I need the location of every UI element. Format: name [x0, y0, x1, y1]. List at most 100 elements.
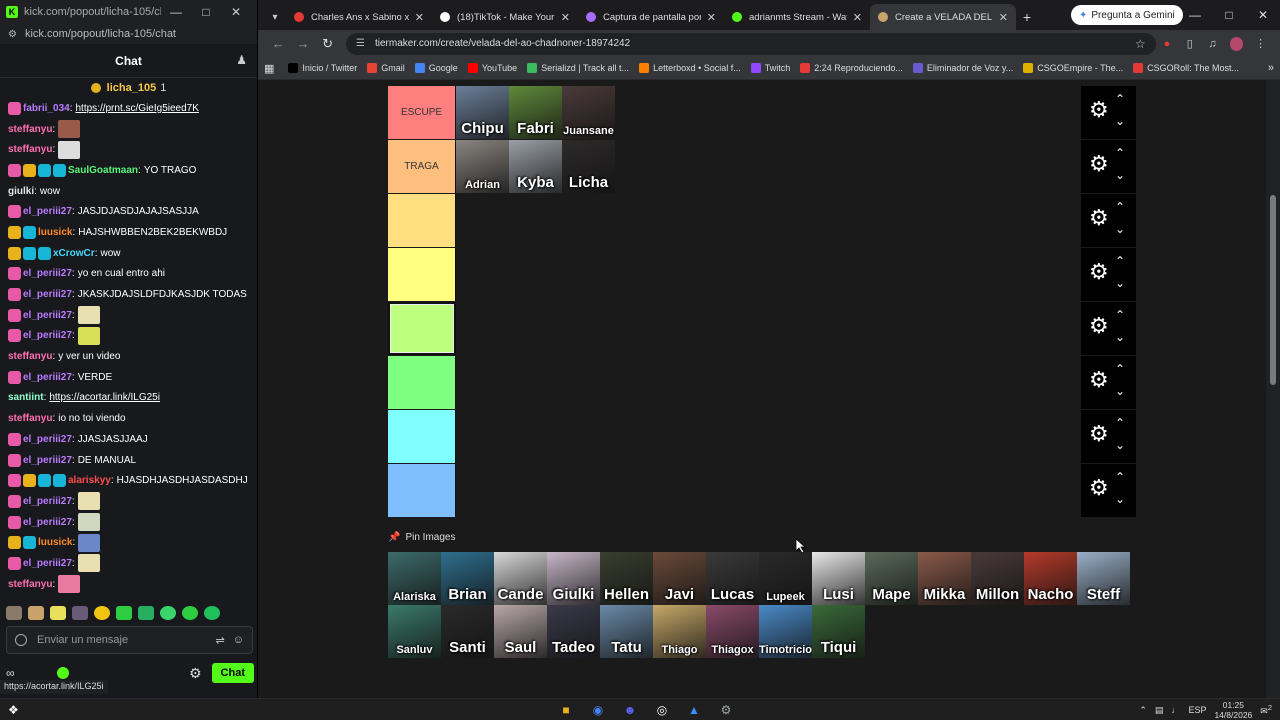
bookmark-item[interactable]: Gmail — [367, 63, 405, 73]
chevron-up-icon[interactable]: ⌃ — [1115, 92, 1125, 106]
tier-image[interactable]: Giulki — [547, 552, 600, 605]
pinned-user[interactable]: licha_105 1 — [0, 78, 257, 98]
chevron-down-icon[interactable]: ⌄ — [1115, 438, 1125, 452]
tier-label[interactable] — [388, 302, 456, 355]
chat-link[interactable]: https://prnt.sc/GieIg5ieed7K — [75, 103, 198, 114]
browser-tab[interactable]: adrianmts Stream - Watch L ✕ — [724, 4, 870, 30]
site-info-icon[interactable]: ⚙ — [8, 29, 17, 40]
chat-username[interactable]: el_periii27 — [23, 310, 72, 321]
maximize-icon[interactable]: □ — [1212, 0, 1246, 30]
tier-image[interactable]: Juansane — [562, 86, 615, 139]
smile-icon[interactable]: ☺ — [233, 634, 244, 646]
chrome-icon[interactable]: ◉ — [588, 701, 608, 719]
chevron-down-icon[interactable]: ⌄ — [1115, 384, 1125, 398]
tier-drop-zone[interactable]: Chipu Fabri Juansane — [456, 86, 1081, 139]
kick-points-icon[interactable] — [56, 667, 69, 679]
profile-avatar[interactable] — [1229, 36, 1244, 51]
chevron-up-icon[interactable]: ⌃ — [1115, 416, 1125, 430]
new-tab-button[interactable]: + — [1016, 4, 1038, 30]
tier-image[interactable]: Steff — [1077, 552, 1130, 605]
chevron-up-icon[interactable]: ⌃ — [1115, 470, 1125, 484]
tier-image[interactable]: Sanluv — [388, 605, 441, 658]
chevron-up-icon[interactable]: ⌃ — [1115, 362, 1125, 376]
tier-image[interactable]: Adrian — [456, 140, 509, 193]
tier-drop-zone[interactable] — [456, 356, 1081, 409]
tier-image[interactable]: Brian — [441, 552, 494, 605]
emote-icon[interactable] — [182, 606, 198, 620]
browser-tab[interactable]: Create a VELADA DEL AÑO ✕ — [870, 4, 1016, 30]
address-bar[interactable]: ☰ tiermaker.com/create/velada-del-ao-cha… — [346, 32, 1156, 55]
tier-drop-zone[interactable] — [456, 410, 1081, 463]
chevron-down-icon[interactable]: ⌄ — [1115, 330, 1125, 344]
tier-image[interactable]: Lupeek — [759, 552, 812, 605]
tier-image[interactable]: Mikka — [918, 552, 971, 605]
tier-image[interactable]: Tiqui — [812, 605, 865, 658]
chat-username[interactable]: el_periii27 — [23, 496, 72, 507]
send-chat-button[interactable]: Chat — [211, 663, 254, 683]
tier-image[interactable]: Millon — [971, 552, 1024, 605]
chevron-up-icon[interactable]: ⌃ — [1115, 254, 1125, 268]
close-icon[interactable]: ✕ — [221, 5, 251, 19]
bookmark-item[interactable]: Letterboxd • Social f... — [639, 63, 741, 73]
emote-icon[interactable] — [6, 606, 22, 620]
chat-username[interactable]: steffanyu — [8, 579, 52, 590]
windows-start-icon[interactable]: ❖ — [8, 703, 24, 717]
tier-image[interactable]: Alariska — [388, 552, 441, 605]
obs-icon[interactable]: ◎ — [652, 701, 672, 719]
tier-drop-zone[interactable] — [456, 464, 1081, 517]
chat-username[interactable]: steffanyu — [8, 351, 52, 362]
tier-image[interactable]: Licha — [562, 140, 615, 193]
bookmark-item[interactable]: Inicio / Twitter — [288, 63, 357, 73]
tab-search-icon[interactable]: ▾ — [264, 4, 286, 30]
chat-username[interactable]: steffanyu — [8, 124, 52, 135]
bookmark-item[interactable]: YouTube — [467, 63, 517, 73]
tier-image[interactable]: Tadeo — [547, 605, 600, 658]
tier-settings-gear-icon[interactable]: ⚙ — [1089, 153, 1109, 175]
tier-image[interactable]: Santi — [441, 605, 494, 658]
emote-icon[interactable] — [94, 606, 110, 620]
minimize-icon[interactable]: — — [1178, 0, 1212, 30]
chevron-down-icon[interactable]: ⌄ — [1115, 114, 1125, 128]
tier-label[interactable]: TRAGA — [388, 140, 456, 193]
tier-label[interactable]: ESCUPE — [388, 86, 456, 139]
scrollbar-thumb[interactable] — [1270, 195, 1276, 385]
clock[interactable]: 01:25 14/8/2026 — [1214, 700, 1252, 720]
ea-app-icon[interactable]: ▲ — [684, 701, 704, 719]
chat-username[interactable]: el_periii27 — [23, 206, 72, 217]
tier-image[interactable]: Thiago — [653, 605, 706, 658]
tier-image[interactable]: Tatu — [600, 605, 653, 658]
tier-drop-zone[interactable] — [456, 248, 1081, 301]
media-icon[interactable]: ♫ — [1201, 38, 1224, 50]
notifications-icon[interactable]: ✉2 — [1260, 703, 1272, 717]
translate-icon[interactable]: ⇌ — [216, 634, 225, 647]
network-icon[interactable]: ▤ — [1155, 705, 1164, 716]
browser-tab[interactable]: Charles Ans x Sabino x Yub ✕ — [286, 4, 432, 30]
tier-settings-gear-icon[interactable]: ⚙ — [1089, 369, 1109, 391]
emoji-icon[interactable] — [15, 634, 27, 646]
emote-icon[interactable] — [138, 606, 154, 620]
chat-username[interactable]: el_periii27 — [23, 330, 72, 341]
chevron-down-icon[interactable]: ⌄ — [1115, 492, 1125, 506]
tier-image[interactable]: Nacho — [1024, 552, 1077, 605]
tier-image[interactable]: Thiagox — [706, 605, 759, 658]
tier-settings-gear-icon[interactable]: ⚙ — [1089, 261, 1109, 283]
steam-icon[interactable]: ⚙ — [716, 701, 736, 719]
chevron-down-icon[interactable]: ⌄ — [1115, 222, 1125, 236]
chat-username[interactable]: steffanyu — [8, 413, 52, 424]
bookmark-item[interactable]: Eliminador de Voz y... — [912, 63, 1013, 73]
tier-drop-zone[interactable]: Adrian Kyba Licha — [456, 140, 1081, 193]
emote-icon[interactable] — [72, 606, 88, 620]
chat-username[interactable]: el_periii27 — [23, 455, 72, 466]
chat-link[interactable]: https://acortar.link/ILG25i — [49, 392, 160, 403]
emote-icon[interactable] — [160, 606, 176, 620]
tier-settings-gear-icon[interactable]: ⚙ — [1089, 207, 1109, 229]
tier-image[interactable]: Saul — [494, 605, 547, 658]
back-icon[interactable]: ← — [266, 36, 291, 51]
tier-drop-zone[interactable] — [456, 194, 1081, 247]
bookmark-star-icon[interactable]: ☆ — [1135, 37, 1146, 51]
bookmark-item[interactable]: Serializd | Track all t... — [527, 63, 629, 73]
tier-label[interactable] — [388, 410, 456, 463]
emote-icon[interactable] — [116, 606, 132, 620]
browser-tab[interactable]: (18)TikTok - Make Your Day ✕ — [432, 4, 578, 30]
chevron-up-icon[interactable]: ⌃ — [1115, 200, 1125, 214]
